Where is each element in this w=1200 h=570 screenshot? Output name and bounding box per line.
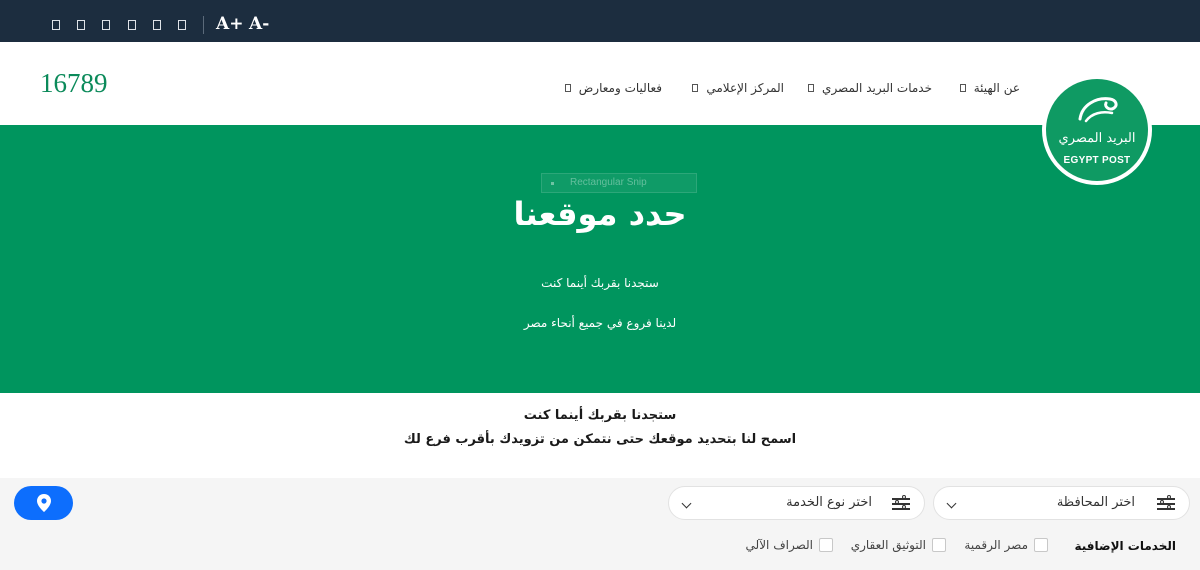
logo-latin-text: EGYPT POST — [1063, 155, 1131, 166]
checkbox[interactable] — [1034, 538, 1048, 552]
intro-text: اسمح لنا بتحديد موقعك حتى نتمكن من تزويد… — [403, 432, 797, 447]
intro-heading: ستجدنا بقربك أينما كنت — [523, 408, 677, 423]
branch-filter-panel: اختر المحافظة اختر نوع الخدمة الخدمات ال… — [0, 478, 1200, 570]
chevron-down-icon — [808, 84, 815, 92]
social-icon[interactable] — [77, 20, 85, 30]
font-decrease-button[interactable]: A- — [249, 14, 269, 34]
extra-services-label: الخدمات الإضافية — [1074, 539, 1176, 553]
logo-arabic-text: البريد المصري — [1058, 131, 1136, 146]
nav-item-about[interactable]: عن الهيئة — [959, 80, 1020, 96]
social-icon[interactable] — [178, 20, 186, 30]
nav-item-services[interactable]: خدمات البريد المصري — [808, 80, 932, 96]
snip-tooltip: Rectangular Snip — [541, 173, 697, 193]
checkbox-label: مصر الرقمية — [964, 538, 1028, 552]
checkbox-atm[interactable]: الصراف الآلي — [746, 538, 833, 552]
nav-item-label: عن الهيئة — [973, 81, 1020, 95]
nav-item-label: خدمات البريد المصري — [822, 81, 932, 95]
egypt-post-logo[interactable]: البريد المصري EGYPT POST — [1042, 75, 1152, 185]
checkbox-digital-egypt[interactable]: مصر الرقمية — [964, 538, 1048, 552]
hero-banner: Rectangular Snip حدد موقعنا ستجدنا بقربك… — [0, 125, 1200, 393]
nav-item-events[interactable]: فعاليات ومعارض — [564, 80, 662, 96]
service-type-select-value: اختر نوع الخدمة — [786, 495, 872, 510]
top-bar: A+ A- — [0, 0, 1200, 42]
page-title: حدد موقعنا — [513, 195, 687, 233]
checkbox-label: التوثيق العقاري — [850, 538, 926, 552]
chevron-down-icon — [692, 84, 699, 92]
checkbox-label: الصراف الآلي — [745, 538, 813, 552]
chevron-down-icon — [959, 84, 966, 92]
nav-item-media-center[interactable]: المركز الإعلامي — [692, 80, 784, 96]
governorate-select[interactable]: اختر المحافظة — [933, 486, 1190, 520]
checkbox[interactable] — [932, 538, 946, 552]
snip-icon — [551, 182, 554, 185]
social-icon[interactable] — [52, 20, 60, 30]
hero-subtitle: ستجدنا بقربك أينما كنت — [541, 276, 659, 290]
filter-icon — [892, 495, 910, 510]
checkbox-real-estate[interactable]: التوثيق العقاري — [851, 538, 946, 552]
social-icon[interactable] — [153, 20, 161, 30]
chevron-down-icon — [946, 498, 957, 509]
governorate-select-value: اختر المحافظة — [1056, 495, 1135, 510]
hotline-number[interactable]: 16789 — [40, 68, 108, 99]
social-icon[interactable] — [128, 20, 136, 30]
service-type-select[interactable]: اختر نوع الخدمة — [668, 486, 925, 520]
site-header: 16789 عن الهيئة خدمات البريد المصري المر… — [0, 42, 1200, 125]
chevron-down-icon — [681, 498, 692, 509]
checkbox[interactable] — [819, 538, 833, 552]
filter-icon — [1157, 495, 1175, 510]
hero-description: لدينا فروع في جميع أنحاء مصر — [523, 316, 677, 330]
topbar-divider — [203, 16, 204, 34]
nav-item-label: فعاليات ومعارض — [578, 81, 662, 95]
locate-me-button[interactable] — [14, 486, 73, 520]
map-pin-icon — [36, 494, 51, 512]
social-icon[interactable] — [102, 20, 110, 30]
font-increase-button[interactable]: A+ — [216, 14, 243, 34]
snip-tooltip-label: Rectangular Snip — [570, 177, 647, 188]
nav-item-label: المركز الإعلامي — [706, 81, 784, 95]
post-horn-icon — [1078, 97, 1118, 123]
chevron-down-icon — [564, 84, 571, 92]
